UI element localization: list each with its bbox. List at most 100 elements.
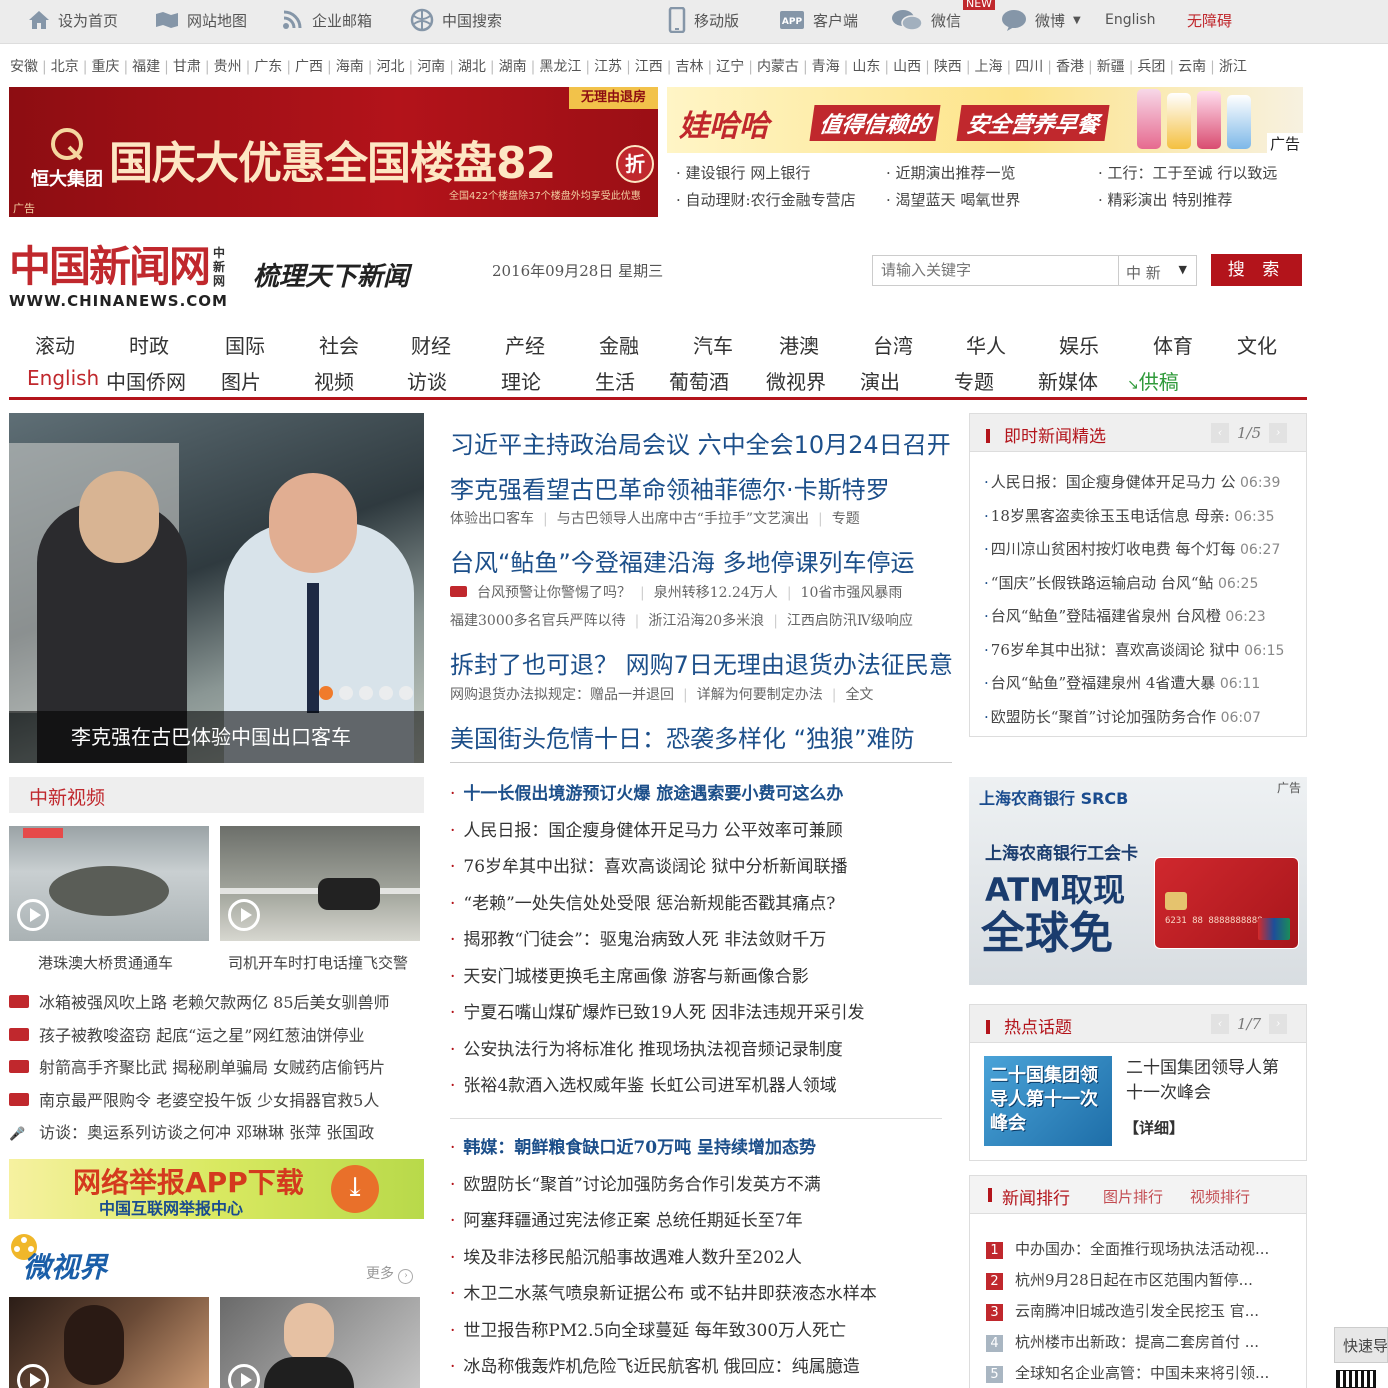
- client-link[interactable]: APP 客户端: [779, 0, 858, 40]
- nav-item[interactable]: 理论: [501, 366, 541, 395]
- headline-2[interactable]: 李克强看望古巴革命领袖菲德尔·卡斯特罗: [450, 470, 890, 505]
- tab-video-rank[interactable]: 视频排行: [1190, 1186, 1250, 1207]
- ranking-item[interactable]: 1 中办国办：全面推行现场执法活动视...: [986, 1234, 1269, 1265]
- play-icon[interactable]: [228, 899, 260, 931]
- video-caption-2[interactable]: 司机开车时打电话撞飞交警: [228, 952, 408, 973]
- wechat-link[interactable]: 微信: [891, 0, 961, 40]
- headline-1[interactable]: 习近平主持政治局会议 六中全会10月24日召开: [450, 425, 951, 460]
- news-list-item[interactable]: · 埃及非法移民船沉船事故遇难人数升至202人: [450, 1240, 877, 1277]
- live-news-item[interactable]: · 18岁黑客盗卖徐玉玉电话信息 母亲: 06:35: [984, 500, 1284, 534]
- play-icon[interactable]: [228, 1364, 260, 1388]
- region-link[interactable]: 福建: [132, 59, 160, 75]
- mail-link[interactable]: 企业邮箱: [282, 0, 372, 40]
- search-scope-select[interactable]: 中 新 ▼: [1119, 255, 1197, 286]
- live-news-item[interactable]: · 台风“鲇鱼”登福建泉州 4省遭大暴 06:11: [984, 667, 1284, 701]
- ad-link[interactable]: · 自动理财:农行金融专营店: [676, 187, 856, 214]
- next-arrow-icon[interactable]: ›: [1269, 423, 1288, 443]
- region-link[interactable]: 江西: [635, 59, 663, 75]
- nav-item[interactable]: 国际: [225, 330, 265, 359]
- english-link[interactable]: English: [1105, 0, 1156, 40]
- sub-link[interactable]: 台风预警让你警惕了吗？: [477, 585, 631, 601]
- nav-item[interactable]: 滚动: [35, 330, 75, 359]
- slide-dot-active[interactable]: [319, 686, 333, 700]
- region-link[interactable]: 香港: [1056, 59, 1084, 75]
- accessible-link[interactable]: 无障碍: [1187, 0, 1232, 40]
- nav-item-english[interactable]: English: [27, 366, 99, 390]
- sub-link[interactable]: 福建3000多名官兵严阵以待: [450, 613, 626, 629]
- mobile-link[interactable]: 移动版: [668, 0, 739, 40]
- nav-item[interactable]: 体育: [1153, 330, 1193, 359]
- news-list-item[interactable]: · 阿塞拜疆通过宪法修正案 总统任期延长至7年: [450, 1203, 877, 1240]
- nav-item[interactable]: ↘供稿: [1127, 366, 1179, 395]
- nav-item[interactable]: 专题: [954, 366, 994, 395]
- region-link[interactable]: 云南: [1178, 59, 1206, 75]
- prev-arrow-icon[interactable]: ‹: [1211, 423, 1229, 443]
- ranking-item[interactable]: 4 杭州楼市出新政：提高二套房首付 ...: [986, 1327, 1269, 1358]
- sub-link[interactable]: 详解为何要制定办法: [697, 687, 823, 703]
- hero-slideshow[interactable]: 李克强在古巴体验中国出口客车: [9, 413, 424, 763]
- video-list-item[interactable]: 孩子被教唆盗窃 起底“运之星”网红葱油饼停业: [9, 1020, 390, 1053]
- video-list-item[interactable]: 南京最严限购令 老婆空投午饭 少女捐器官救5人: [9, 1085, 390, 1118]
- ranking-item[interactable]: 3 云南腾冲旧城改造引发全民挖玉 官...: [986, 1296, 1269, 1327]
- region-link[interactable]: 广西: [295, 59, 323, 75]
- slide-dot[interactable]: [339, 686, 353, 700]
- next-arrow-icon[interactable]: ›: [1269, 1014, 1288, 1034]
- region-link[interactable]: 青海: [812, 59, 840, 75]
- sitemap-link[interactable]: 网站地图: [155, 0, 247, 40]
- region-link[interactable]: 辽宁: [716, 59, 744, 75]
- topic-image[interactable]: 二十国集团领导人第十一次峰会: [984, 1056, 1112, 1146]
- nav-item[interactable]: 台湾: [873, 330, 913, 359]
- sub-link[interactable]: 10省市强风暴雨: [801, 585, 903, 601]
- slide-dot[interactable]: [379, 686, 393, 700]
- live-news-item[interactable]: · 人民日报：国企瘦身健体开足马力 公 06:39: [984, 466, 1284, 500]
- ad-link[interactable]: · 渴望蓝天 喝氧世界: [886, 187, 1020, 214]
- region-link[interactable]: 河南: [417, 59, 445, 75]
- region-link[interactable]: 新疆: [1097, 59, 1125, 75]
- real-estate-ad-banner[interactable]: 无理由退房 恒大集团 国庆大优惠全国楼盘82 折 全国422个楼盘除37个楼盘外…: [9, 87, 658, 217]
- sub-link[interactable]: 专题: [832, 511, 860, 527]
- news-list-item[interactable]: · 张裕4款酒入选权威年鉴 长虹公司进军机器人领域: [450, 1068, 864, 1105]
- region-link[interactable]: 广东: [254, 59, 282, 75]
- region-link[interactable]: 江苏: [594, 59, 622, 75]
- china-search-link[interactable]: 中国搜索: [410, 0, 502, 40]
- live-news-item[interactable]: · “国庆”长假铁路运输启动 台风“鲇 06:25: [984, 567, 1284, 601]
- live-news-item[interactable]: · 台风“鲇鱼”登陆福建省泉州 台风橙 06:23: [984, 600, 1284, 634]
- weishijie-thumb-2[interactable]: [220, 1297, 420, 1388]
- sub-link[interactable]: 江西启防汛Ⅳ级响应: [787, 613, 913, 629]
- search-input[interactable]: [872, 255, 1119, 286]
- video-thumb-2[interactable]: [220, 826, 420, 941]
- nav-item[interactable]: 社会: [319, 330, 359, 359]
- news-list-item[interactable]: · 十一长假出境游预订火爆 旅途遇索要小费可这么办: [450, 776, 864, 813]
- region-link[interactable]: 安徽: [10, 59, 38, 75]
- ranking-item[interactable]: 2 杭州9月28日起在市区范围内暂停...: [986, 1265, 1269, 1296]
- nav-item[interactable]: 时政: [129, 330, 169, 359]
- region-link[interactable]: 兵团: [1137, 59, 1165, 75]
- region-link[interactable]: 海南: [336, 59, 364, 75]
- region-link[interactable]: 上海: [975, 59, 1003, 75]
- news-list-item[interactable]: · 宁夏石嘴山煤矿爆炸已致19人死 因非法违规开采引发: [450, 995, 864, 1032]
- nav-item[interactable]: 视频: [314, 366, 354, 395]
- video-list-item[interactable]: 射箭高手齐聚比武 揭秘刷单骗局 女贼药店偷钙片: [9, 1052, 390, 1085]
- region-link[interactable]: 四川: [1015, 59, 1043, 75]
- headline-4[interactable]: 拆封了也可退？ 网购7日无理由退货办法征民意: [450, 645, 953, 680]
- news-list-item[interactable]: · 木卫二水蒸气喷泉新证据公布 或不钻井即获液态水样本: [450, 1276, 877, 1313]
- video-caption-1[interactable]: 港珠澳大桥贯通通车: [38, 952, 173, 973]
- live-news-item[interactable]: · 欧盟防长“聚首”讨论加强防务合作 06:07: [984, 701, 1284, 735]
- more-link[interactable]: 更多 ›: [366, 1263, 414, 1284]
- play-icon[interactable]: [17, 1364, 49, 1388]
- play-icon[interactable]: [17, 899, 49, 931]
- report-app-ad[interactable]: 网络举报APP下载 中国互联网举报中心 ⤓: [9, 1159, 424, 1219]
- nav-item[interactable]: 新媒体: [1038, 366, 1098, 395]
- tab-news-rank[interactable]: 新闻排行: [1002, 1184, 1070, 1209]
- nav-item[interactable]: 访谈: [407, 366, 447, 395]
- nav-item[interactable]: 产经: [505, 330, 545, 359]
- region-link[interactable]: 贵州: [214, 59, 242, 75]
- nav-item[interactable]: 港澳: [779, 330, 819, 359]
- sub-link[interactable]: 全文: [845, 687, 873, 703]
- quick-nav-button[interactable]: 快速导: [1334, 1327, 1388, 1363]
- region-link[interactable]: 浙江: [1219, 59, 1247, 75]
- slide-dot[interactable]: [359, 686, 373, 700]
- nav-item[interactable]: 图片: [221, 366, 261, 395]
- nav-item[interactable]: 金融: [599, 330, 639, 359]
- weibo-link[interactable]: 微博 ▼: [1001, 0, 1081, 40]
